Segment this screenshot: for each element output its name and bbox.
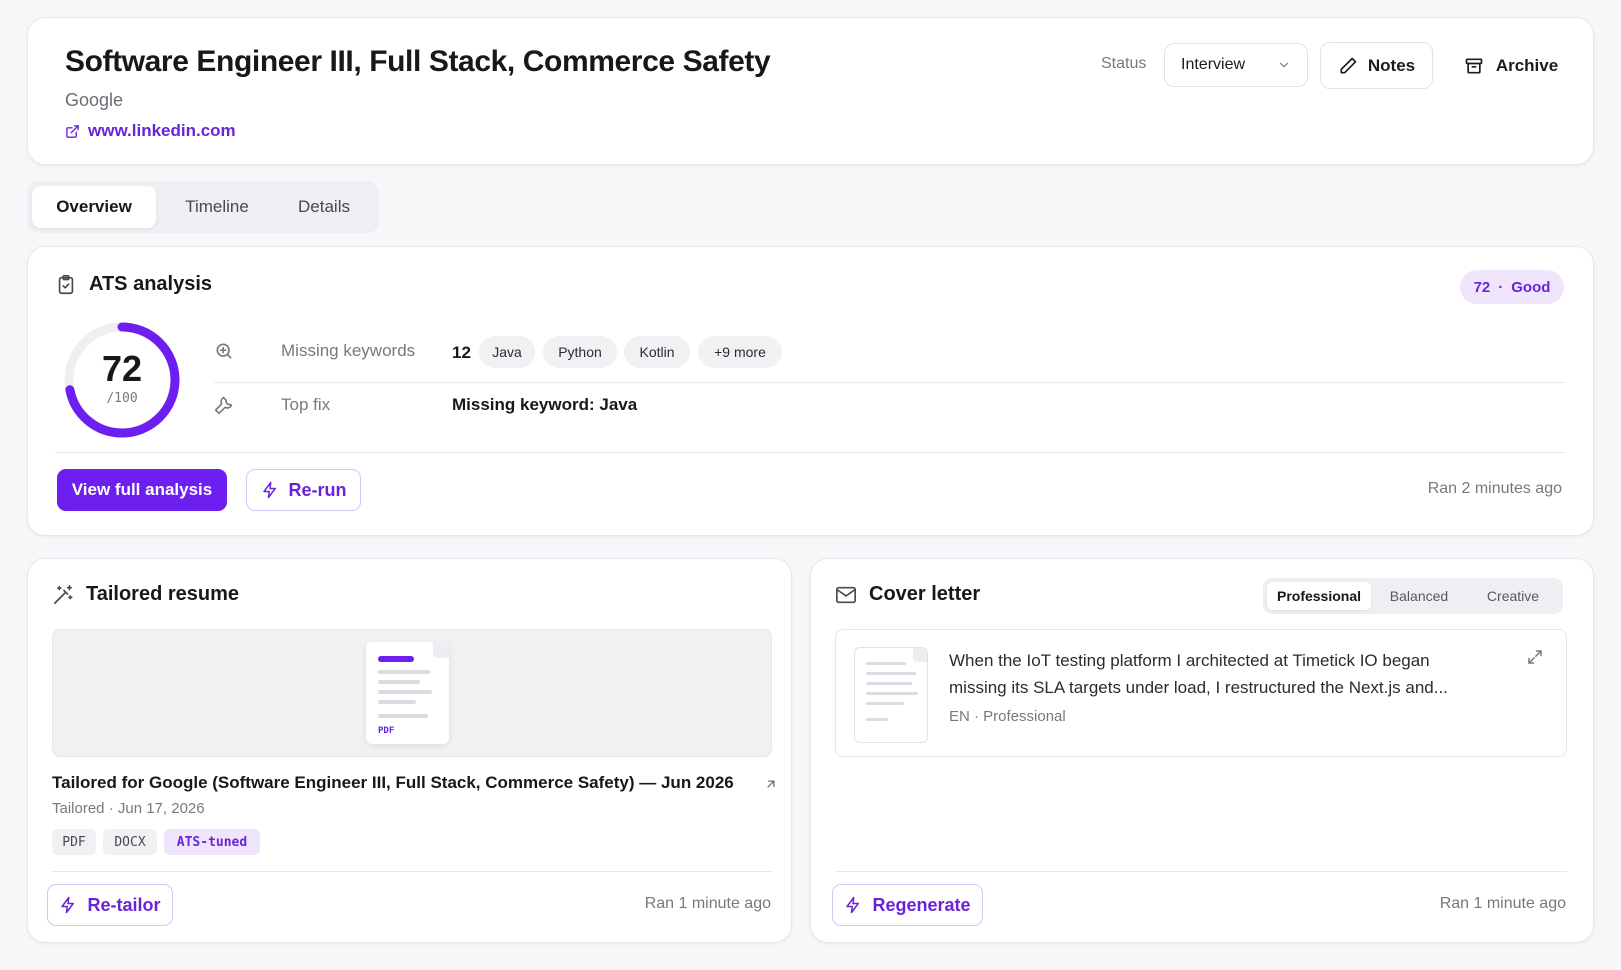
archive-icon (1465, 58, 1483, 73)
cover-header: Cover letter (835, 583, 980, 606)
arrow-up-right-icon[interactable] (764, 777, 778, 791)
regenerate-button[interactable]: Regenerate (832, 884, 983, 926)
notes-label: Notes (1367, 55, 1416, 75)
tab-details[interactable]: Details (277, 186, 371, 228)
score-badge: 72 · Good (1460, 270, 1564, 304)
expand-icon[interactable] (1526, 648, 1544, 666)
cover-actions-divider (835, 871, 1567, 872)
score-denominator: /100 (106, 391, 138, 406)
lightning-icon (846, 896, 860, 914)
more-keywords-chip[interactable]: +9 more (698, 336, 782, 368)
tone-creative[interactable]: Creative (1467, 582, 1559, 610)
ats-title: ATS analysis (89, 273, 213, 295)
cover-letter-card: Cover letter Professional Balanced Creat… (810, 558, 1594, 943)
rerun-button[interactable]: Re-run (246, 469, 361, 511)
resume-title: Tailored resume (86, 583, 240, 605)
chevron-down-icon (1279, 62, 1289, 68)
mail-icon (836, 586, 856, 603)
tone-professional[interactable]: Professional (1267, 582, 1371, 610)
job-posting-link[interactable]: www.linkedin.com (65, 121, 236, 141)
tab-bar: Overview Timeline Details (27, 181, 379, 233)
link-text: www.linkedin.com (88, 121, 236, 140)
resume-preview[interactable]: PDF (52, 629, 772, 757)
lightning-icon (262, 481, 276, 499)
cover-title: Cover letter (869, 583, 981, 605)
wrench-icon (214, 396, 233, 415)
tone-selector: Professional Balanced Creative (1263, 578, 1563, 614)
top-fix-value: Missing keyword: Java (452, 395, 638, 414)
cover-letter-preview[interactable]: When the IoT testing platform I architec… (835, 629, 1567, 757)
top-fix-row: Top fix (214, 395, 330, 415)
company-name: Google (65, 90, 124, 110)
format-tag: DOCX (103, 829, 157, 855)
pdf-label: PDF (378, 726, 395, 736)
resume-ran-time: Ran 1 minute ago (644, 895, 771, 912)
badge-score: 72 (1473, 278, 1491, 296)
retailor-label: Re-tailor (87, 894, 161, 915)
notes-button[interactable]: Notes (1320, 42, 1433, 89)
regenerate-label: Regenerate (872, 894, 971, 915)
status-dropdown[interactable]: Interview (1164, 43, 1308, 87)
missing-keywords-label: Missing keywords (281, 341, 416, 360)
cover-letter-meta: EN · Professional (949, 708, 1066, 725)
resume-meta: Tailored · Jun 17, 2026 (52, 800, 205, 817)
missing-keywords-count: 12 (452, 343, 471, 362)
ats-ran-time: Ran 2 minutes ago (1427, 480, 1562, 497)
row-divider (214, 382, 1566, 383)
format-tag: PDF (52, 829, 96, 855)
resume-actions-divider (52, 871, 772, 872)
archive-label: Archive (1495, 55, 1559, 75)
actions-divider (55, 452, 1566, 453)
external-link-icon (66, 124, 79, 138)
resume-document-thumbnail: PDF (366, 642, 449, 744)
keyword-chip: Python (543, 336, 617, 368)
top-fix-label: Top fix (281, 395, 331, 414)
tailored-resume-card: Tailored resume PDF Tailored for Google … (27, 558, 792, 943)
retailor-button[interactable]: Re-tailor (47, 884, 173, 926)
zoom-in-icon (216, 343, 232, 359)
magic-wand-icon (53, 584, 73, 604)
keyword-chip: Java (479, 336, 535, 368)
lightning-icon (61, 896, 75, 914)
archive-button[interactable]: Archive (1448, 42, 1574, 89)
view-full-analysis-button[interactable]: View full analysis (57, 469, 227, 511)
badge-separator: · (1498, 278, 1504, 296)
resume-header: Tailored resume (52, 583, 239, 606)
missing-keywords-row: Missing keywords (214, 341, 415, 361)
tab-timeline[interactable]: Timeline (168, 186, 266, 228)
ats-analysis-card: ATS analysis 72 · Good 72 /100 Missing k… (27, 246, 1594, 536)
tone-balanced[interactable]: Balanced (1373, 582, 1465, 610)
job-header-card: Software Engineer III, Full Stack, Comme… (27, 17, 1594, 165)
rerun-label: Re-run (288, 479, 347, 500)
keyword-chip: Kotlin (624, 336, 690, 368)
ats-header: ATS analysis (55, 273, 212, 296)
job-title: Software Engineer III, Full Stack, Comme… (65, 45, 771, 78)
pencil-icon (1340, 57, 1357, 73)
cover-letter-excerpt: When the IoT testing platform I architec… (949, 651, 1448, 697)
ats-tuned-tag: ATS-tuned (164, 829, 260, 855)
score-value: 72 (101, 348, 143, 389)
letter-document-thumbnail (854, 647, 928, 743)
resume-document-title[interactable]: Tailored for Google (Software Engineer I… (52, 773, 734, 793)
status-label: Status (1101, 55, 1147, 72)
tab-overview[interactable]: Overview (32, 186, 156, 228)
clipboard-check-icon (58, 274, 74, 294)
status-value: Interview (1181, 56, 1246, 73)
badge-rating: Good (1511, 278, 1551, 296)
cover-ran-time: Ran 1 minute ago (1439, 895, 1566, 912)
